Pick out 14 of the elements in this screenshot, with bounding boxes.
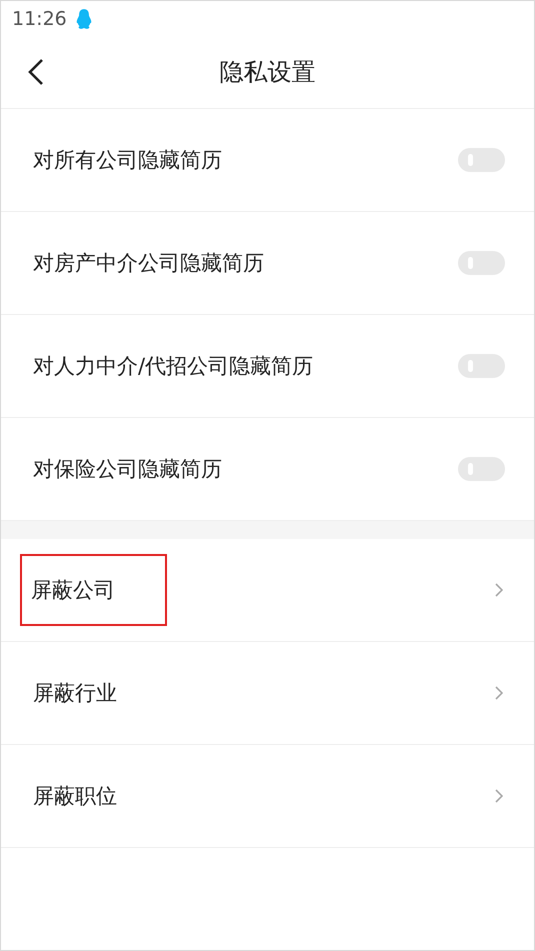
setting-label: 对人力中介/代招公司隐藏简历 [32, 353, 314, 380]
setting-label: 对房产中介公司隐藏简历 [32, 250, 265, 277]
status-time: 11:26 [12, 8, 67, 30]
menu-item[interactable]: 屏蔽职位 [31, 760, 119, 832]
setting-label: 对保险公司隐藏简历 [32, 456, 223, 483]
chevron-icon [495, 583, 503, 597]
setting-label: 对所有公司隐藏简历 [32, 147, 223, 174]
penguin-icon [74, 8, 93, 30]
page-title: 隐私设置 [220, 57, 316, 88]
menu-item[interactable]: 屏蔽行业 [31, 657, 119, 729]
chevron-icon [495, 789, 503, 803]
back-icon[interactable] [28, 59, 44, 85]
menu-item[interactable]: 屏蔽公司 [20, 554, 167, 626]
chevron-icon [495, 686, 503, 700]
